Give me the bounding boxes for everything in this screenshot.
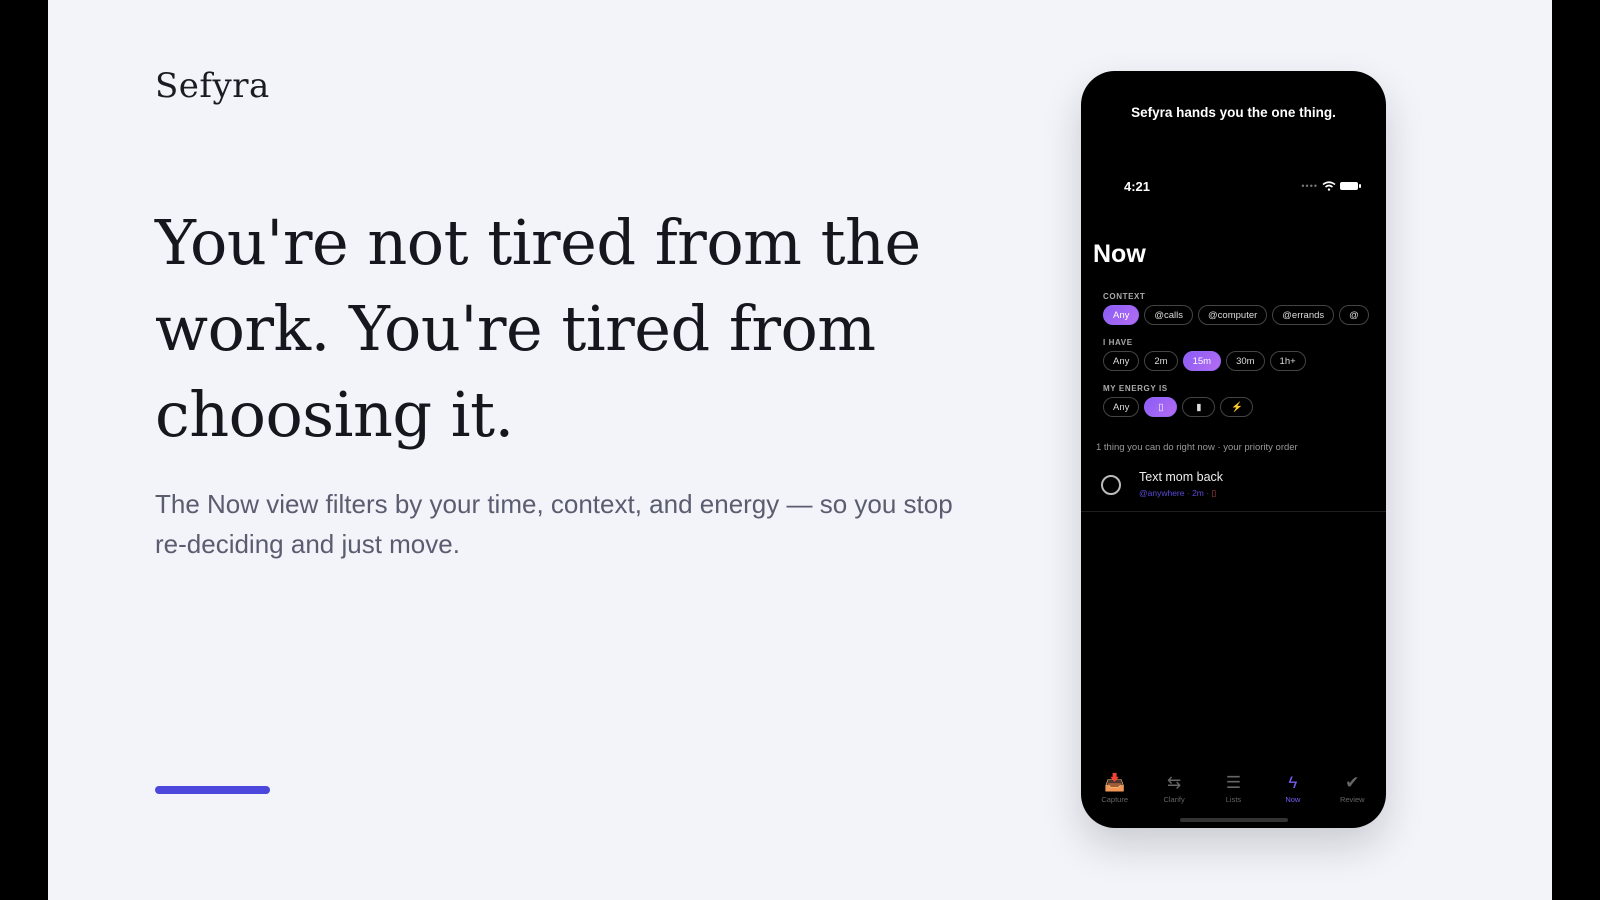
tab-now[interactable]: ϟ Now [1268,773,1318,804]
context-chip[interactable]: @ [1339,305,1369,325]
time-chip[interactable]: 2m [1144,351,1178,371]
task-meta: @anywhere · 2m · ▯ [1139,488,1216,499]
subheadline: The Now view filters by your time, conte… [155,489,953,559]
full-battery-icon[interactable]: ▮ [1182,397,1216,417]
brand-logo: Sefyra [155,66,270,106]
tab-bar: 📥 Capture ⇆ Clarify ☰ Lists ϟ Now ✔ Review [1081,773,1386,804]
context-chip[interactable]: @computer [1198,305,1268,325]
tab-label: Now [1285,795,1301,804]
low-battery-icon: ▯ [1211,488,1217,498]
headline: You're not tired from the work. You're t… [155,206,921,451]
tab-label: Clarify [1163,795,1185,804]
meta-separator: · [1206,488,1210,498]
task-title: Text mom back [1139,470,1224,484]
time-label: I HAVE [1103,338,1133,347]
context-chip[interactable]: Any [1103,305,1140,325]
check-circle-icon: ✔ [1345,773,1360,792]
slide: Sefyra You're not tired from the work. Y… [48,0,1552,900]
wifi-icon [1322,181,1336,191]
arrows-icon: ⇆ [1166,773,1182,792]
task-checkbox[interactable] [1101,475,1121,495]
time-chip[interactable]: 30m [1226,351,1265,371]
accent-bar [155,786,270,794]
lightning-icon[interactable]: ⚡ [1220,397,1254,417]
context-label: CONTEXT [1103,292,1146,301]
phone-mockup: Sefyra hands you the one thing. 4:21 •••… [1081,71,1386,828]
energy-filter: Any ▯ ▮ ⚡ [1103,397,1254,417]
task-item[interactable]: Text mom back @anywhere · 2m · ▯ [1081,466,1386,512]
phone-caption: Sefyra hands you the one thing. [1131,105,1336,120]
tab-clarify[interactable]: ⇆ Clarify [1149,773,1199,804]
time-chip[interactable]: 1h+ [1269,351,1306,371]
task-duration: 2m [1192,488,1204,498]
signal-icon: •••• [1301,181,1318,191]
task-context: @anywhere [1139,488,1185,498]
results-hint: 1 thing you can do right now · your prio… [1096,442,1298,453]
tab-review[interactable]: ✔ Review [1327,773,1377,804]
lightning-icon: ϟ [1288,773,1298,792]
battery-icon [1340,182,1361,190]
tab-label: Capture [1101,795,1129,804]
tab-label: Review [1339,795,1365,804]
tab-capture[interactable]: 📥 Capture [1090,773,1140,804]
context-chip[interactable]: @calls [1144,305,1194,325]
time-chip[interactable]: 15m [1182,351,1222,371]
time-chip[interactable]: Any [1103,351,1140,371]
energy-label: MY ENERGY IS [1103,384,1168,393]
context-filter: Any @calls @computer @errands @ [1103,305,1369,325]
status-time: 4:21 [1124,179,1151,194]
screen-title: Now [1093,240,1146,268]
list-icon: ☰ [1225,773,1242,792]
tab-lists[interactable]: ☰ Lists [1208,773,1258,804]
status-icons: •••• [1301,181,1361,191]
meta-separator: · [1186,488,1190,498]
time-filter: Any 2m 15m 30m 1h+ [1103,351,1306,371]
home-indicator [1179,818,1288,822]
context-chip[interactable]: @errands [1272,305,1335,325]
inbox-icon: 📥 [1104,773,1126,792]
energy-chip[interactable]: Any [1103,397,1140,417]
low-battery-icon[interactable]: ▯ [1144,397,1178,417]
tab-label: Lists [1225,795,1242,804]
